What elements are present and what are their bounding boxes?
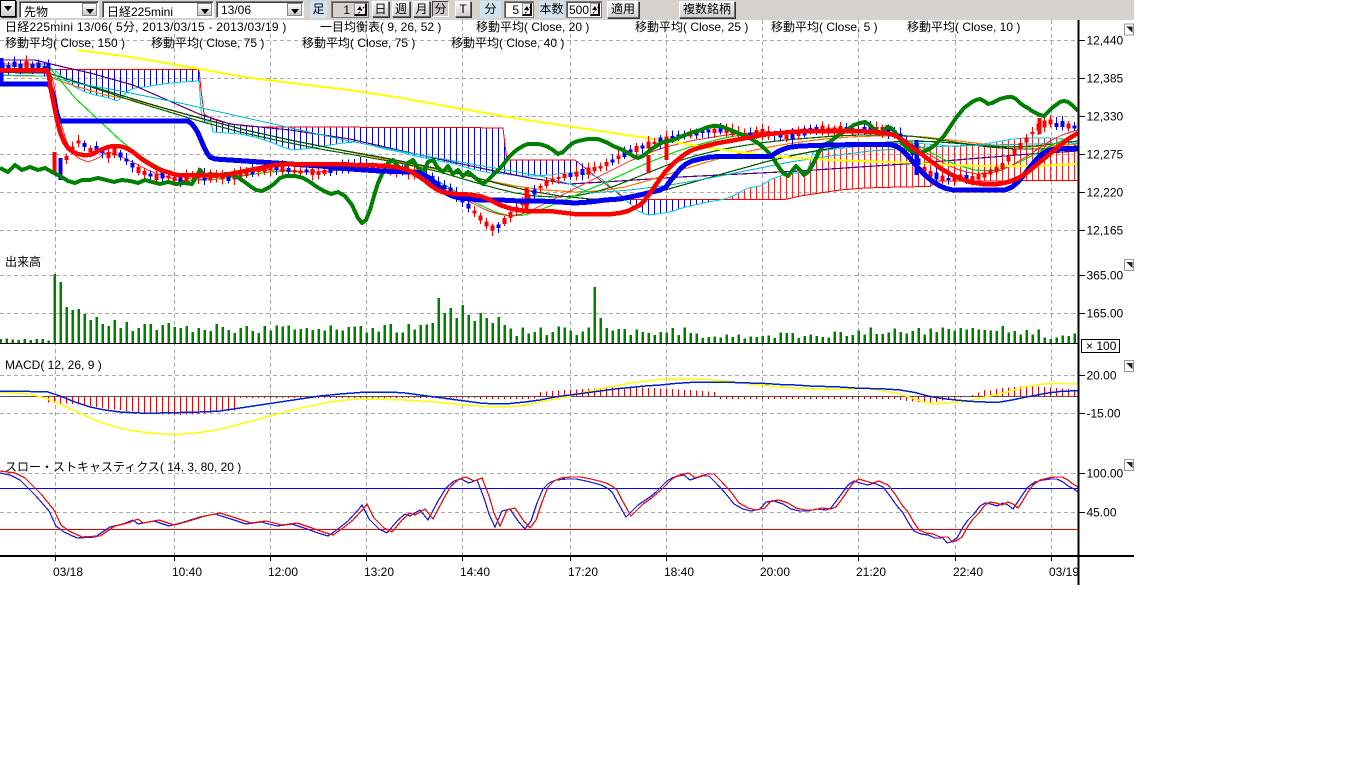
svg-text:12,440: 12,440 bbox=[1087, 34, 1124, 48]
svg-text:スロー・ストキャスティクス( 14, 3, 80, 20 ): スロー・ストキャスティクス( 14, 3, 80, 20 ) bbox=[5, 460, 241, 474]
svg-text:165.00: 165.00 bbox=[1087, 307, 1124, 321]
svg-text:移動平均( Close, 75 ): 移動平均( Close, 75 ) bbox=[302, 36, 415, 50]
svg-text:20.00: 20.00 bbox=[1087, 369, 1117, 383]
svg-text:移動平均( Close, 25 ): 移動平均( Close, 25 ) bbox=[635, 20, 748, 34]
svg-text:14:40: 14:40 bbox=[460, 565, 490, 579]
svg-text:17:20: 17:20 bbox=[568, 565, 598, 579]
svg-text:移動平均( Close, 10 ): 移動平均( Close, 10 ) bbox=[907, 20, 1020, 34]
svg-text:移動平均( Close, 75 ): 移動平均( Close, 75 ) bbox=[151, 36, 264, 50]
svg-text:× 100: × 100 bbox=[1086, 339, 1117, 353]
svg-text:日経225mini 13/06( 5分, 2013/03/1: 日経225mini 13/06( 5分, 2013/03/15 - 2013/0… bbox=[5, 20, 287, 34]
svg-text:10:40: 10:40 bbox=[172, 565, 202, 579]
svg-text:100.00: 100.00 bbox=[1087, 467, 1124, 481]
svg-text:移動平均( Close, 20 ): 移動平均( Close, 20 ) bbox=[476, 20, 589, 34]
svg-text:移動平均( Close, 40 ): 移動平均( Close, 40 ) bbox=[451, 36, 564, 50]
svg-text:45.00: 45.00 bbox=[1087, 506, 1117, 520]
svg-text:一目均衡表( 9, 26, 52 ): 一目均衡表( 9, 26, 52 ) bbox=[320, 20, 441, 34]
svg-text:12,165: 12,165 bbox=[1087, 224, 1124, 238]
svg-text:18:40: 18:40 bbox=[664, 565, 694, 579]
svg-text:移動平均( Close, 150 ): 移動平均( Close, 150 ) bbox=[5, 36, 125, 50]
svg-text:03/19: 03/19 bbox=[1049, 565, 1079, 579]
svg-text:12:00: 12:00 bbox=[268, 565, 298, 579]
svg-text:13:20: 13:20 bbox=[364, 565, 394, 579]
svg-text:MACD( 12, 26, 9 ): MACD( 12, 26, 9 ) bbox=[5, 358, 102, 372]
svg-text:12,275: 12,275 bbox=[1087, 148, 1124, 162]
svg-text:12,385: 12,385 bbox=[1087, 72, 1124, 86]
svg-text:20:00: 20:00 bbox=[760, 565, 790, 579]
svg-text:12,220: 12,220 bbox=[1087, 186, 1124, 200]
svg-text:21:20: 21:20 bbox=[856, 565, 886, 579]
svg-text:22:40: 22:40 bbox=[953, 565, 983, 579]
svg-text:出来高: 出来高 bbox=[5, 254, 41, 269]
svg-text:12,330: 12,330 bbox=[1087, 110, 1124, 124]
svg-text:-15.00: -15.00 bbox=[1087, 407, 1121, 421]
svg-text:03/18: 03/18 bbox=[53, 565, 83, 579]
svg-text:365.00: 365.00 bbox=[1087, 269, 1124, 283]
svg-text:移動平均( Close, 5 ): 移動平均( Close, 5 ) bbox=[771, 20, 878, 34]
